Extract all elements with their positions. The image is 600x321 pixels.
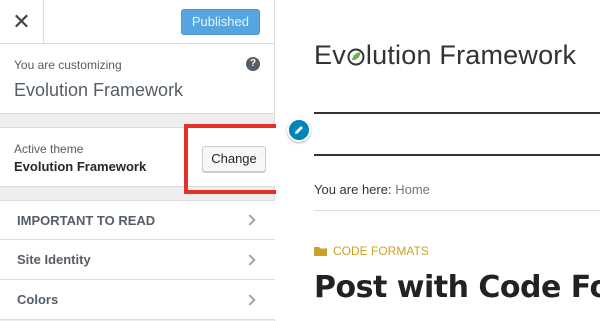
chevron-right-icon [244, 293, 256, 306]
help-icon[interactable]: ? [246, 57, 260, 71]
site-title-rest: lution Framework [365, 40, 577, 70]
publish-button[interactable]: Published [180, 9, 260, 35]
folder-icon [314, 246, 327, 256]
breadcrumb: You are here: Home [314, 182, 430, 197]
breadcrumb-home-link[interactable]: Home [395, 182, 430, 197]
chevron-right-icon [244, 214, 256, 226]
post-title[interactable]: Post with Code Form [314, 270, 600, 305]
section-label: IMPORTANT TO READ [17, 212, 156, 228]
breadcrumb-prefix: You are here: [314, 182, 396, 197]
edit-shortcut-button[interactable] [287, 118, 311, 142]
header-rule-top [314, 112, 600, 114]
site-title[interactable]: Ev lution Framework [314, 40, 576, 71]
category-label: CODE FORMATS [333, 244, 429, 258]
header-rule-bottom [314, 154, 600, 156]
site-preview: Ev lution Framework You are here: Home C… [276, 0, 600, 321]
logo-v-glyph: v [332, 40, 346, 70]
section-label: Colors [17, 292, 59, 307]
chevron-right-icon [244, 253, 256, 266]
customizer-header: ✕ Published [0, 0, 274, 44]
leaf-logo-icon [347, 48, 365, 66]
customizing-info: You are customizing Evolution Framework … [0, 44, 274, 114]
pencil-icon [295, 126, 303, 134]
breadcrumb-divider [314, 210, 600, 211]
section-important-to-read[interactable]: IMPORTANT TO READ [0, 200, 275, 240]
annotation-highlight-box [184, 124, 280, 194]
close-icon: ✕ [12, 9, 31, 34]
section-site-identity[interactable]: Site Identity [0, 240, 275, 280]
close-customizer-button[interactable]: ✕ [0, 0, 44, 44]
customizer-sections: IMPORTANT TO READ Site Identity Colors [0, 200, 275, 320]
customizing-label: You are customizing [14, 58, 122, 72]
site-title-e: E [314, 40, 333, 70]
post-category[interactable]: CODE FORMATS [314, 244, 429, 258]
customizing-site-name: Evolution Framework [14, 80, 184, 100]
section-label: Site Identity [17, 252, 91, 267]
section-colors[interactable]: Colors [0, 280, 275, 320]
customizer-sidebar: ✕ Published You are customizing Evolutio… [0, 0, 280, 321]
